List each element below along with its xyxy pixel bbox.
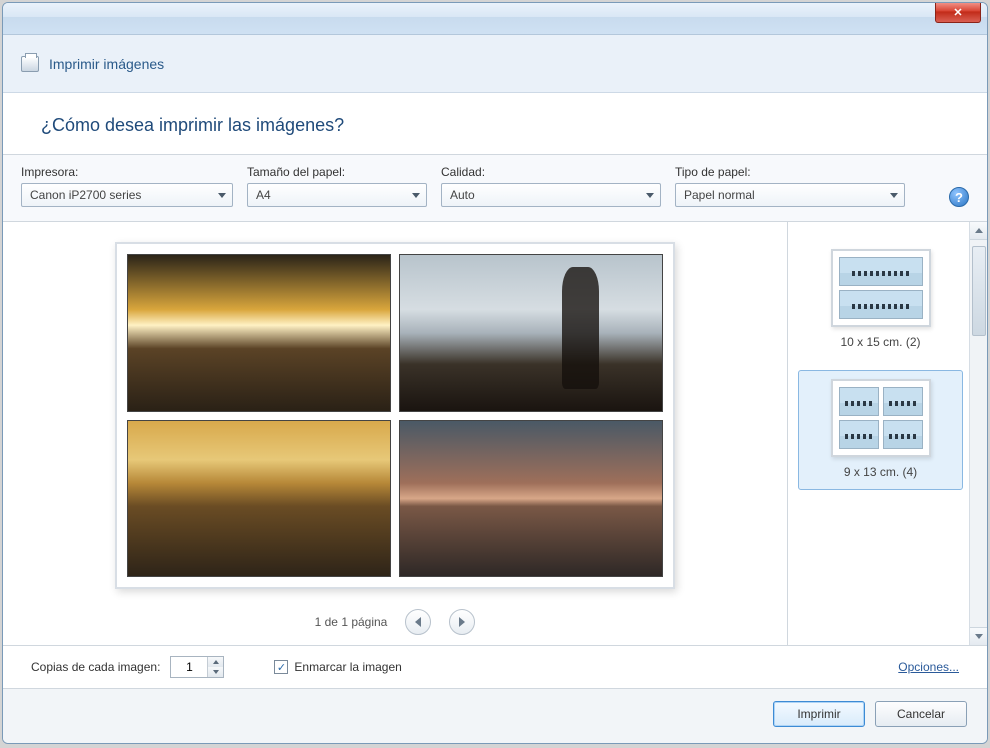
page-preview [115,242,675,589]
scroll-up-button[interactable] [970,222,987,240]
papersize-label: Tamaño del papel: [247,165,427,179]
chevron-down-icon [218,193,226,198]
papersize-combo[interactable]: A4 [247,183,427,207]
chevron-down-icon [975,634,983,639]
papersize-group: Tamaño del papel: A4 [247,165,427,207]
preview-photo-1 [127,254,391,412]
preview-photo-2 [399,254,663,412]
preview-photo-3 [127,420,391,578]
layout-thumb-cell [883,387,923,416]
layout-item-9x13[interactable]: 9 x 13 cm. (4) [798,370,963,490]
copies-input[interactable] [171,657,207,677]
chevron-left-icon [415,617,421,627]
quality-value: Auto [450,188,475,202]
window-title: Imprimir imágenes [49,56,164,72]
titlebar: ✕ [3,3,987,35]
checkbox-box: ✓ [274,660,288,674]
layout-thumb [831,249,931,327]
chevron-up-icon [213,660,219,664]
copies-increment-button[interactable] [208,657,223,667]
copies-label: Copias de cada imagen: [31,660,160,674]
chevron-down-icon [890,193,898,198]
window-header: Imprimir imágenes [3,35,987,93]
help-button[interactable]: ? [949,187,969,207]
options-link[interactable]: Opciones... [898,660,959,674]
printer-value: Canon iP2700 series [30,188,141,202]
help-icon: ? [955,190,963,205]
layout-label: 9 x 13 cm. (4) [844,465,917,479]
buttons-row: Imprimir Cancelar [3,688,987,743]
footer-row: Copias de cada imagen: ✓ Enmarcar la ima… [3,645,987,688]
printer-label: Impresora: [21,165,233,179]
content-area: 1 de 1 página 10 x 15 cm. (2) [3,222,987,645]
chevron-down-icon [213,670,219,674]
next-page-button[interactable] [449,609,475,635]
layouts-list: 10 x 15 cm. (2) 9 x 13 cm. (4) [788,222,987,645]
layout-thumb [831,379,931,457]
layout-label: 10 x 15 cm. (2) [840,335,920,349]
scrollbar-thumb[interactable] [972,246,986,336]
cancel-button[interactable]: Cancelar [875,701,967,727]
quality-label: Calidad: [441,165,661,179]
papertype-value: Papel normal [684,188,755,202]
chevron-down-icon [412,193,420,198]
close-icon: ✕ [953,6,962,19]
layouts-scrollbar[interactable] [969,222,987,645]
printer-combo[interactable]: Canon iP2700 series [21,183,233,207]
print-button[interactable]: Imprimir [773,701,865,727]
spinner-buttons [207,657,223,677]
options-bar: Impresora: Canon iP2700 series Tamaño de… [3,155,987,222]
print-dialog-window: ✕ Imprimir imágenes ¿Cómo desea imprimir… [2,2,988,744]
printer-group: Impresora: Canon iP2700 series [21,165,233,207]
layout-thumb-cell [839,257,923,286]
preview-photo-4 [399,420,663,578]
copies-spinner[interactable] [170,656,224,678]
chevron-up-icon [975,228,983,233]
layout-thumb-cell [839,420,879,449]
papertype-combo[interactable]: Papel normal [675,183,905,207]
paginator: 1 de 1 página [315,609,476,635]
layouts-top-caption [798,230,963,240]
layout-thumb-cell [883,420,923,449]
copies-decrement-button[interactable] [208,667,223,677]
layout-item-10x15[interactable]: 10 x 15 cm. (2) [798,240,963,360]
quality-combo[interactable]: Auto [441,183,661,207]
papertype-group: Tipo de papel: Papel normal [675,165,905,207]
chevron-down-icon [646,193,654,198]
subheader-question: ¿Cómo desea imprimir las imágenes? [3,93,987,155]
quality-group: Calidad: Auto [441,165,661,207]
papertype-label: Tipo de papel: [675,165,905,179]
layouts-pane: 10 x 15 cm. (2) 9 x 13 cm. (4) [787,222,987,645]
papersize-value: A4 [256,188,271,202]
layout-thumb-cell [839,387,879,416]
layout-thumb-cell [839,290,923,319]
paginator-text: 1 de 1 página [315,615,388,629]
prev-page-button[interactable] [405,609,431,635]
printer-icon [21,56,39,72]
preview-area: 1 de 1 página [3,222,787,645]
fit-frame-label: Enmarcar la imagen [294,660,401,674]
scroll-down-button[interactable] [970,627,987,645]
fit-frame-checkbox[interactable]: ✓ Enmarcar la imagen [274,660,401,674]
chevron-right-icon [459,617,465,627]
close-button[interactable]: ✕ [935,3,981,23]
